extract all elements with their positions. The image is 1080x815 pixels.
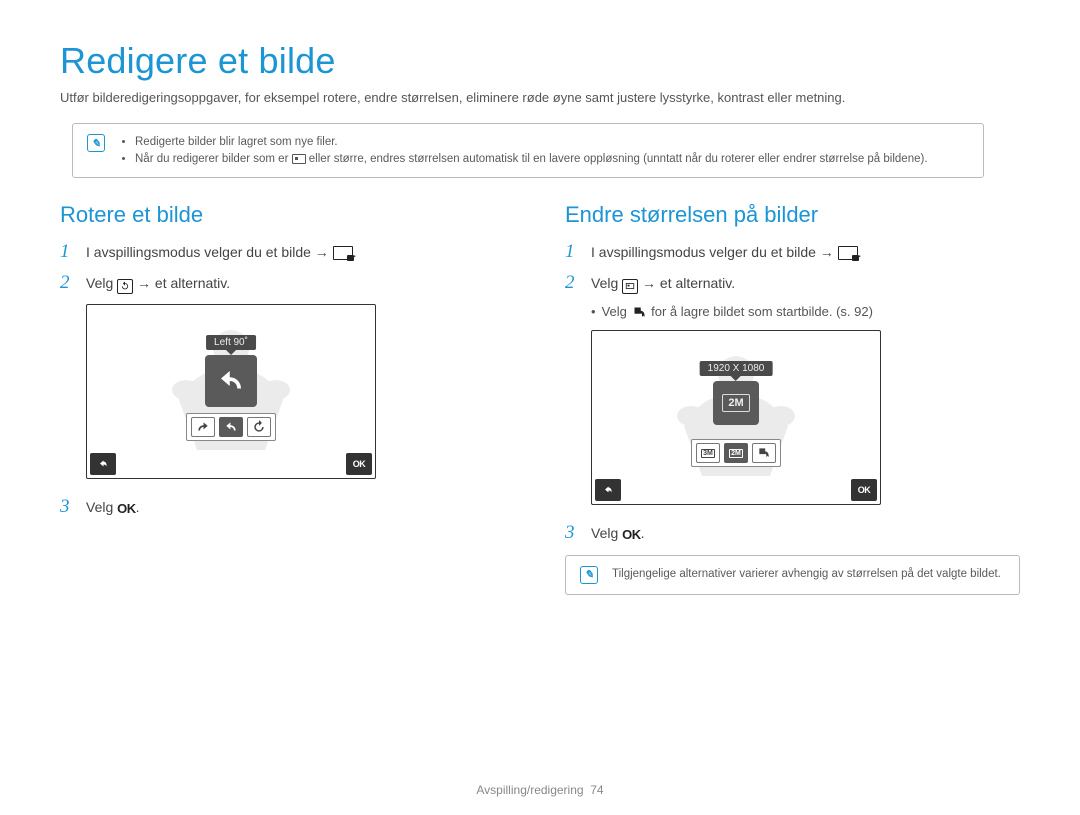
sub-text: Velg xyxy=(602,304,627,319)
ok-button[interactable]: OK xyxy=(346,453,372,475)
back-button[interactable] xyxy=(595,479,621,501)
ok-button[interactable]: OK xyxy=(851,479,877,501)
rotate-right-option[interactable] xyxy=(191,417,215,437)
step-number: 3 xyxy=(60,497,76,516)
step-2: 2 Velg → et alternativ. xyxy=(60,273,515,294)
step-text: Velg xyxy=(591,525,618,541)
bottom-note-text: Tilgjengelige alternativer varierer avhe… xyxy=(612,566,1001,583)
step-number: 1 xyxy=(565,242,581,261)
step-text: → et alternativ. xyxy=(137,275,230,291)
note-icon: ✎ xyxy=(87,134,105,152)
note-item: Når du redigerer bilder som er eller stø… xyxy=(135,151,928,168)
step-1: 1 I avspillingsmodus velger du et bilde … xyxy=(565,242,1020,263)
step-3: 3 Velg OK. xyxy=(565,523,1020,545)
resize-icon xyxy=(622,279,638,294)
rotate-left-option[interactable] xyxy=(219,417,243,437)
step-number: 3 xyxy=(565,523,581,542)
resize-section: Endre størrelsen på bilder 1 I avspillin… xyxy=(565,202,1020,595)
step-text: I avspillingsmodus velger du et bilde → xyxy=(86,244,329,260)
size-icon xyxy=(292,154,306,164)
step-text: I avspillingsmodus velger du et bilde → xyxy=(591,244,834,260)
rotate-options xyxy=(186,413,276,441)
top-note: ✎ Redigerte bilder blir lagret som nye f… xyxy=(72,123,984,178)
resize-heading: Endre størrelsen på bilder xyxy=(565,202,1020,228)
resize-options: 3M 2M xyxy=(691,439,781,467)
footer-section: Avspilling/redigering xyxy=(476,783,583,797)
res-option-startup[interactable] xyxy=(752,443,776,463)
step-text: Velg xyxy=(86,499,113,515)
rotate-heading: Rotere et bilde xyxy=(60,202,515,228)
rotate-section: Rotere et bilde 1 I avspillingsmodus vel… xyxy=(60,202,515,595)
startup-icon xyxy=(631,305,648,320)
top-note-list: Redigerte bilder blir lagret som nye fil… xyxy=(119,134,928,167)
back-button[interactable] xyxy=(90,453,116,475)
note-item: Redigerte bilder blir lagret som nye fil… xyxy=(135,134,928,151)
sub-text: for å lagre bildet som startbilde. (s. 9… xyxy=(651,304,873,319)
edit-icon xyxy=(838,246,858,260)
step-text: → et alternativ. xyxy=(642,275,735,291)
ok-icon: OK xyxy=(622,525,641,545)
footer-page: 74 xyxy=(590,783,603,797)
sub-bullet: Velg for å lagre bildet som startbilde. … xyxy=(591,304,1020,320)
page-description: Utfør bilderedigeringsoppgaver, for ekse… xyxy=(60,90,1020,105)
rotate-180-option[interactable] xyxy=(247,417,271,437)
resize-screen: 1920 X 1080 2M 3M 2M OK xyxy=(591,330,881,505)
step-text: Velg xyxy=(591,275,618,291)
step-number: 1 xyxy=(60,242,76,261)
tooltip-resolution: 1920 X 1080 xyxy=(700,361,773,376)
res-option-2m[interactable]: 2M xyxy=(724,443,748,463)
edit-icon xyxy=(333,246,353,260)
res-label: 2M xyxy=(728,397,743,409)
bottom-note: ✎ Tilgjengelige alternativer varierer av… xyxy=(565,555,1020,595)
rotate-screen: Left 90˚ OK xyxy=(86,304,376,479)
res-option-3m[interactable]: 3M xyxy=(696,443,720,463)
step-2: 2 Velg → et alternativ. xyxy=(565,273,1020,294)
step-number: 2 xyxy=(60,273,76,292)
ok-icon: OK xyxy=(117,499,136,519)
step-text: Velg xyxy=(86,275,113,291)
note-icon: ✎ xyxy=(580,566,598,584)
step-number: 2 xyxy=(565,273,581,292)
page-footer: Avspilling/redigering 74 xyxy=(0,783,1080,797)
page-title: Redigere et bilde xyxy=(60,40,1020,82)
step-1: 1 I avspillingsmodus velger du et bilde … xyxy=(60,242,515,263)
tooltip-left90: Left 90˚ xyxy=(206,335,256,350)
selected-rotate-left xyxy=(205,355,257,407)
step-3: 3 Velg OK. xyxy=(60,497,515,519)
selected-resolution: 2M xyxy=(713,381,759,425)
rotate-icon xyxy=(117,279,133,294)
